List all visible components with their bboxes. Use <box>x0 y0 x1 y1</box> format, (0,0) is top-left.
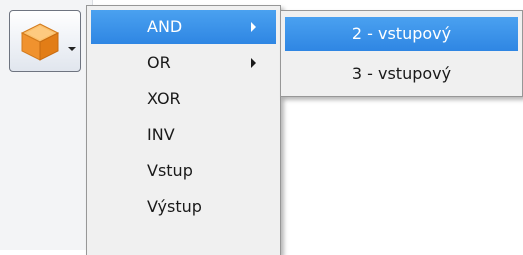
submenu-item-2-input[interactable]: 2 - vstupový <box>285 17 518 51</box>
menu-item-inv[interactable]: INV <box>91 118 276 152</box>
menu-item-or[interactable]: OR <box>91 46 276 80</box>
menu-item-vystup[interactable]: Výstup <box>91 190 276 224</box>
menu-item-and[interactable]: AND <box>91 10 276 44</box>
and-submenu: 2 - vstupový 3 - vstupový <box>280 10 523 97</box>
chevron-right-icon <box>251 58 256 68</box>
menu-item-label: Výstup <box>147 197 202 216</box>
menu-item-label: AND <box>147 17 183 36</box>
cube-icon <box>20 23 60 61</box>
submenu-item-label: 3 - vstupový <box>351 64 452 83</box>
chevron-down-icon[interactable] <box>68 47 76 51</box>
component-menu: AND OR XOR INV Vstup Výstup <box>86 5 281 255</box>
menu-item-label: INV <box>147 125 175 144</box>
menu-item-label: Vstup <box>147 161 193 180</box>
menu-item-label: XOR <box>147 89 181 108</box>
component-menu-button[interactable] <box>9 10 81 72</box>
menu-item-label: OR <box>147 53 171 72</box>
menu-item-vstup[interactable]: Vstup <box>91 154 276 188</box>
submenu-item-label: 2 - vstupový <box>351 24 452 43</box>
menu-item-xor[interactable]: XOR <box>91 82 276 116</box>
toolbar <box>0 0 93 250</box>
submenu-item-3-input[interactable]: 3 - vstupový <box>285 57 518 91</box>
chevron-right-icon <box>251 22 256 32</box>
